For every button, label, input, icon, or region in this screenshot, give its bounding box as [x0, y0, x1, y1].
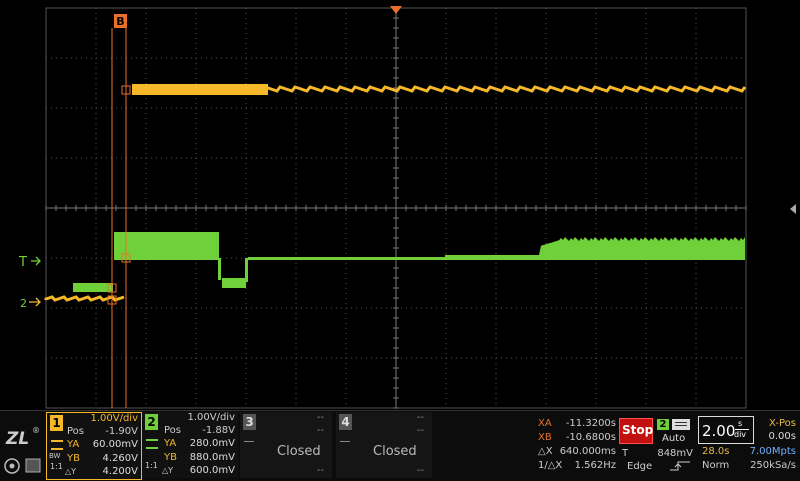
svg-text:®: ®: [32, 426, 40, 435]
ch1-yb-value: 4.260V: [102, 453, 138, 464]
ch1-dy-label: △Y: [65, 467, 77, 476]
ch4-number[interactable]: 4: [339, 414, 352, 430]
ch4-coupling-icon: [340, 441, 350, 442]
xpos-label: X-Pos: [769, 418, 796, 429]
time-unit-top: s: [738, 419, 743, 428]
timebase-info[interactable]: 2.00 s div X-Pos 0.00s 28.0s 7.00Mpts No…: [698, 416, 798, 476]
ch2-dy-label: △Y: [162, 466, 174, 475]
ch2-info-panel[interactable]: 2 1.00V/div Pos -1.88V YA 280.0mV 1:1 YB…: [142, 412, 238, 478]
svg-text:ZL: ZL: [5, 429, 29, 449]
ch1-probe: 1:1: [50, 462, 63, 471]
ch2-flat-line: [248, 257, 448, 260]
cursor-b-label: B: [116, 15, 124, 28]
ch2-edge-up: [245, 258, 248, 282]
ch4-dashes-top: --: [416, 412, 424, 423]
ch4-dashes-2: --: [416, 425, 424, 436]
inv-dx-label: 1/△X: [538, 460, 563, 471]
trigger-source: 2: [657, 419, 669, 430]
time-unit-bottom: div: [734, 430, 747, 439]
record-length: 28.0s: [702, 446, 730, 457]
ch2-number[interactable]: 2: [145, 414, 158, 430]
ch1-pos-label: Pos: [67, 426, 85, 437]
ch2-vdiv: 1.00V/div: [187, 412, 235, 423]
trigger-info[interactable]: 2 Auto T 848mV Edge: [619, 416, 695, 476]
sample-rate: 250kSa/s: [750, 460, 796, 471]
ch1-vdiv: 1.00V/div: [90, 413, 138, 424]
time-per-div: 2.00: [702, 422, 736, 440]
ch2-pos-label: Pos: [164, 425, 182, 436]
trigger-level-value: 848mV: [657, 448, 693, 459]
xpos-value: 0.00s: [768, 431, 796, 442]
rising-edge-icon: [670, 461, 690, 471]
xa-label: XA: [538, 418, 552, 429]
acquire-mode: Norm: [702, 460, 730, 471]
ch3-status: Closed: [277, 444, 321, 459]
ch1-info-panel[interactable]: 1 1.00V/div Pos -1.90V YA 60.00mV BW 1:1…: [46, 412, 142, 480]
trigger-level-marker[interactable]: T: [18, 255, 27, 270]
ch1-number[interactable]: 1: [50, 415, 63, 431]
ch2-dy-value: 600.0mV: [189, 465, 235, 476]
ch2-pre-band: [73, 283, 113, 292]
ch1-yb-label: YB: [67, 453, 80, 464]
ch1-dy-value: 4.200V: [102, 466, 138, 477]
trigger-mode: Auto: [662, 433, 686, 444]
ch4-dashes-3: --: [416, 465, 424, 476]
ch3-number[interactable]: 3: [243, 414, 256, 430]
ch1-ya-value: 60.00mV: [92, 439, 138, 450]
ch2-pos-value: -1.88V: [202, 425, 235, 436]
trigger-level-label: T: [622, 448, 629, 459]
ch3-coupling-icon: [244, 441, 254, 442]
ch2-edge-down: [218, 258, 221, 280]
ch2-probe: 1:1: [145, 461, 158, 470]
memory-depth: 7.00Mpts: [749, 446, 796, 457]
ch3-dashes-3: --: [316, 465, 324, 476]
ch3-dashes-top: --: [316, 412, 324, 423]
ch3-dashes-2: --: [316, 425, 324, 436]
trigger-menu-icon: [672, 419, 690, 430]
cursor-readout[interactable]: XA -11.3200s XB -10.6800s △X 640.000ms 1…: [536, 416, 616, 476]
timebase-box[interactable]: 2.00 s div: [698, 416, 754, 444]
ch1-pos-value: -1.90V: [105, 426, 138, 437]
xb-value: -10.6800s: [565, 432, 616, 443]
waveform-display[interactable]: B T 2: [0, 0, 800, 410]
ch4-status: Closed: [373, 444, 417, 459]
brand-logo: ZL ®: [4, 426, 41, 474]
ch1-coupling-icon: [51, 440, 63, 450]
inv-dx-value: 1.562Hz: [574, 460, 616, 471]
ch1-trace-band: [132, 84, 268, 95]
ch2-yb-value: 880.0mV: [189, 452, 235, 463]
ch3-info-panel[interactable]: 3 -- -- Closed --: [240, 412, 332, 478]
dx-value: 640.000ms: [559, 446, 616, 457]
trigger-type: Edge: [627, 461, 653, 472]
xb-label: XB: [538, 432, 552, 443]
xa-value: -11.3200s: [565, 418, 616, 429]
ch2-ya-value: 280.0mV: [189, 438, 235, 449]
ch2-ground-marker[interactable]: 2: [20, 297, 27, 310]
ch1-ya-label: YA: [67, 439, 80, 450]
ch2-coupling-icon: [146, 439, 158, 449]
ch4-info-panel[interactable]: 4 -- -- Closed --: [336, 412, 432, 478]
dx-label: △X: [538, 446, 553, 457]
ch2-yb-label: YB: [164, 452, 177, 463]
ch2-ya-label: YA: [164, 438, 177, 449]
ch2-dip-band: [222, 278, 246, 288]
